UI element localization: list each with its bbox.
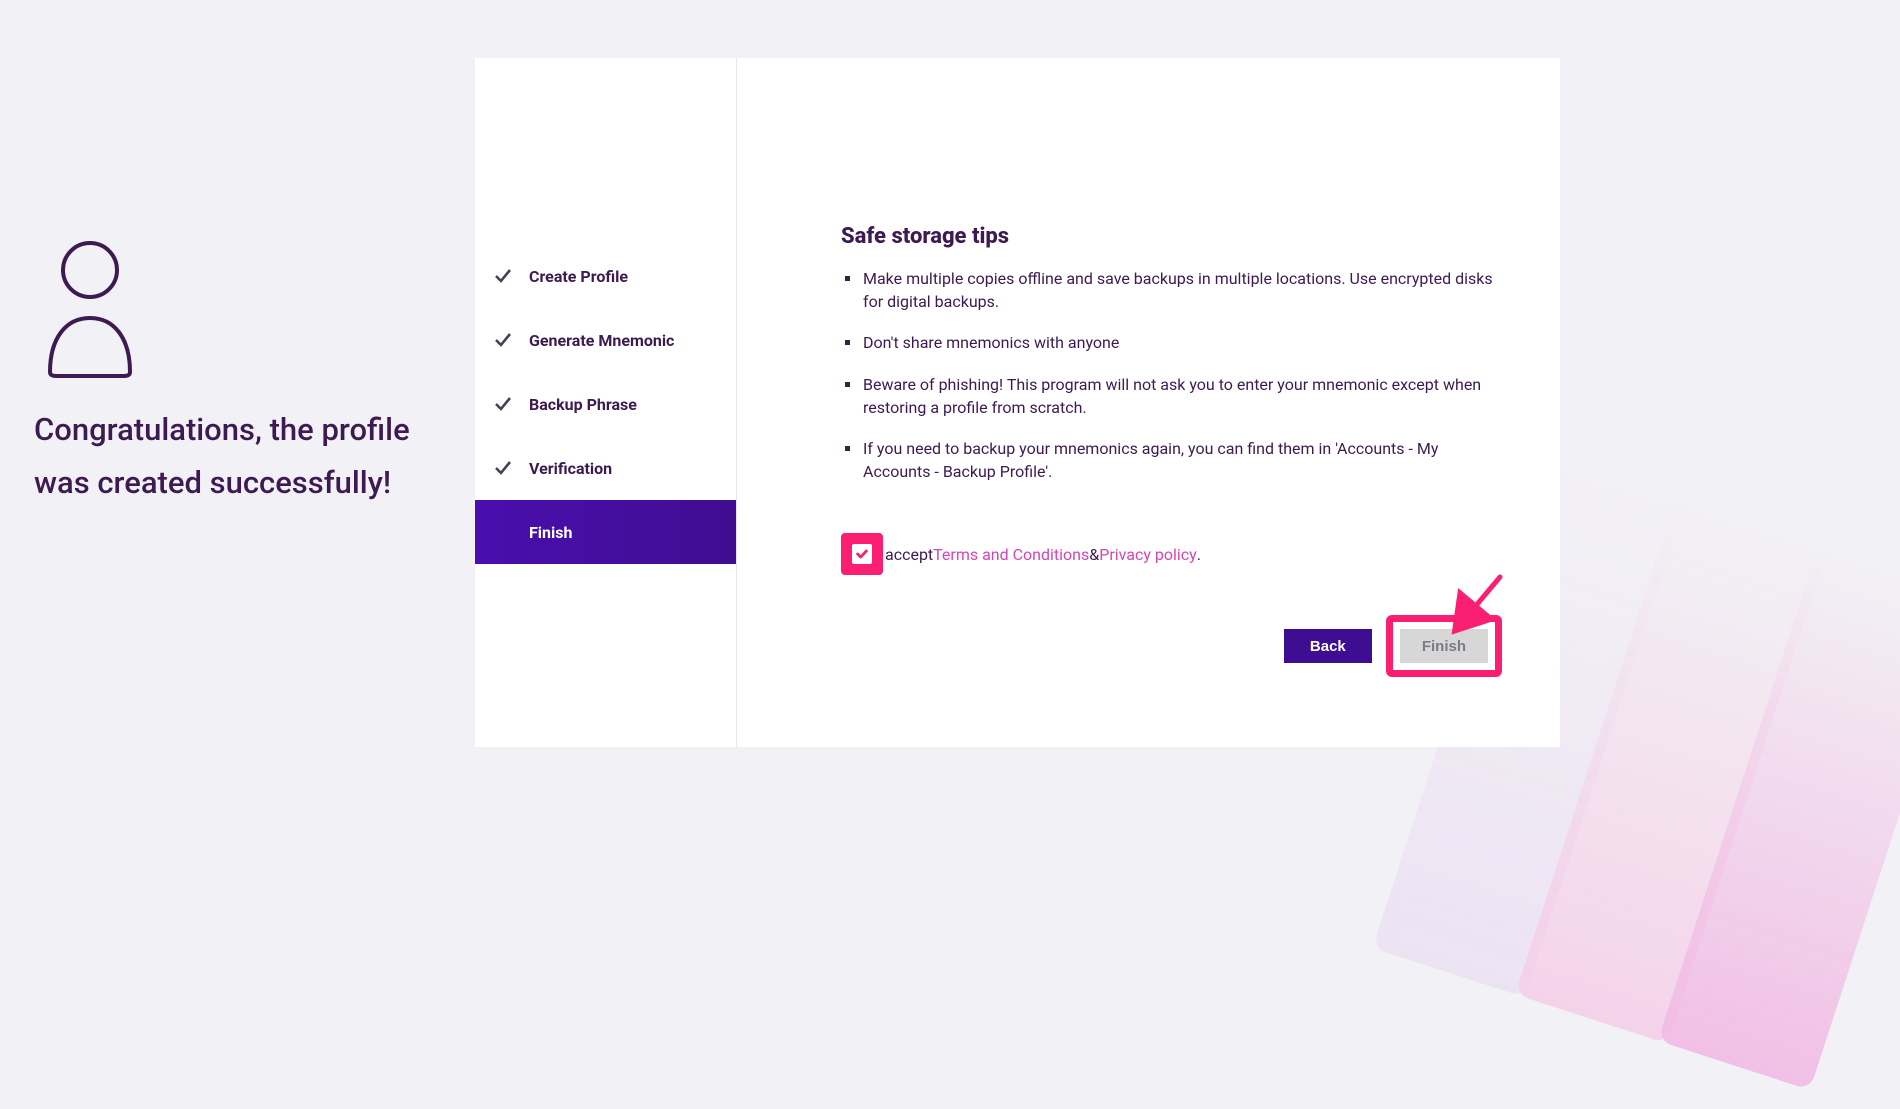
privacy-link[interactable]: Privacy policy — [1099, 545, 1197, 564]
wizard-page: Congratulations, the profile was created… — [0, 0, 1560, 805]
back-button[interactable]: Back — [1284, 629, 1372, 663]
wizard-card: Create Profile Generate Mnemonic Backup … — [475, 58, 1560, 747]
finish-highlight: Finish — [1386, 615, 1502, 677]
step-backup-phrase[interactable]: Backup Phrase — [475, 372, 736, 436]
steps-sidebar: Create Profile Generate Mnemonic Backup … — [475, 58, 737, 747]
step-generate-mnemonic[interactable]: Generate Mnemonic — [475, 308, 736, 372]
check-icon — [493, 394, 513, 414]
step-label: Generate Mnemonic — [529, 331, 674, 350]
tips-list: Make multiple copies offline and save ba… — [841, 267, 1502, 501]
accept-terms-row: accept Terms and Conditions & Privacy po… — [841, 533, 1502, 575]
check-icon — [493, 458, 513, 478]
tip-item: Don't share mnemonics with anyone — [841, 331, 1502, 354]
step-create-profile[interactable]: Create Profile — [475, 244, 736, 308]
step-verification[interactable]: Verification — [475, 436, 736, 500]
accept-checkbox[interactable] — [852, 544, 872, 564]
step-label: Create Profile — [529, 267, 628, 286]
button-row: Back Finish — [841, 615, 1502, 677]
checkbox-highlight — [841, 533, 883, 575]
check-icon — [493, 266, 513, 286]
tip-item: If you need to backup your mnemonics aga… — [841, 437, 1502, 483]
step-label: Verification — [529, 459, 612, 478]
success-message: Congratulations, the profile was created… — [34, 404, 433, 509]
accept-text-prefix: accept — [885, 545, 933, 564]
accept-text-amp: & — [1089, 545, 1099, 564]
left-column: Congratulations, the profile was created… — [0, 0, 475, 805]
terms-link[interactable]: Terms and Conditions — [933, 545, 1089, 564]
step-label: Finish — [529, 523, 572, 542]
content-panel: Safe storage tips Make multiple copies o… — [737, 58, 1560, 747]
tips-title: Safe storage tips — [841, 224, 1502, 249]
finish-button[interactable]: Finish — [1400, 629, 1488, 663]
check-icon — [493, 330, 513, 350]
step-label: Backup Phrase — [529, 395, 637, 414]
tip-item: Beware of phishing! This program will no… — [841, 373, 1502, 419]
user-icon — [38, 240, 142, 378]
step-finish[interactable]: Finish — [475, 500, 736, 564]
accept-text-period: . — [1197, 545, 1201, 564]
tip-item: Make multiple copies offline and save ba… — [841, 267, 1502, 313]
